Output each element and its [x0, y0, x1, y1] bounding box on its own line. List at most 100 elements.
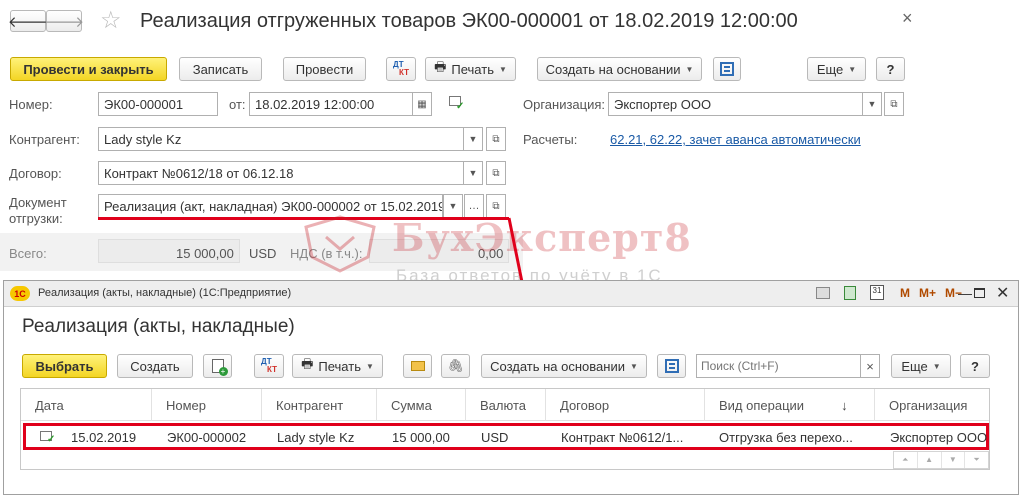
number-field[interactable]: ЭК00-000001: [98, 92, 218, 116]
chevron-down-icon: ▼: [468, 134, 478, 144]
clear-label: ×: [866, 358, 874, 374]
list-print-button[interactable]: 🖶 Печать ▼: [292, 354, 383, 378]
dt-kt-icon: ДТ КТ: [261, 358, 277, 374]
help-button[interactable]: ?: [876, 57, 905, 81]
close-icon[interactable]: ✕: [996, 283, 1009, 303]
chevron-down-icon: ▼: [448, 201, 458, 211]
maximize-icon[interactable]: [974, 288, 985, 298]
column-header-number[interactable]: Номер: [152, 389, 262, 421]
calendar-icon[interactable]: 31: [870, 285, 884, 300]
scroll-up-icon[interactable]: ▲: [918, 452, 942, 468]
list-heading: Реализация (акты, накладные): [22, 316, 295, 337]
structure-button[interactable]: [713, 57, 741, 81]
org-dropdown-button[interactable]: ▼: [862, 92, 882, 116]
shipment-label-line1: Документ: [9, 195, 67, 210]
list-dt-kt-button[interactable]: ДТ КТ: [254, 354, 284, 378]
calendar-button[interactable]: ▦: [412, 92, 432, 116]
documents-table: Дата Номер Контрагент Сумма Валюта Догов…: [20, 388, 990, 470]
column-header-currency[interactable]: Валюта: [466, 389, 546, 421]
dt-kt-icon: ДТ КТ: [393, 61, 409, 77]
chevron-down-icon: ▼: [365, 361, 374, 371]
screenshot-icon[interactable]: [816, 287, 830, 299]
list-titlebar: 1С Реализация (акты, накладные) (1С:Пред…: [4, 281, 1018, 307]
date-field[interactable]: 18.02.2019 12:00:00: [249, 92, 416, 116]
forward-button[interactable]: 🡒: [44, 10, 84, 32]
structure-icon: [664, 359, 679, 373]
select-button[interactable]: Выбрать: [22, 354, 107, 378]
column-header-operation-label: Вид операции: [719, 397, 805, 413]
dt-kt-button[interactable]: ДТ КТ: [386, 57, 416, 81]
print-label: Печать: [318, 358, 361, 374]
chevron-down-icon: ▼: [468, 168, 478, 178]
watermark-brand: БухЭксперт8: [392, 215, 692, 260]
send-email-button[interactable]: [403, 354, 432, 378]
scroll-bottom-icon[interactable]: ⏷: [965, 452, 988, 468]
list-window-title: Реализация (акты, накладные) (1С:Предпри…: [38, 287, 292, 299]
create-button[interactable]: Создать: [117, 354, 193, 378]
org-label: Организация:: [523, 97, 606, 112]
scroll-controls: ⏶ ▲ ▼ ⏷: [893, 451, 989, 469]
list-structure-button[interactable]: [657, 354, 686, 378]
chevron-down-icon: ▼: [685, 64, 694, 74]
favorite-star-icon[interactable]: ☆: [100, 6, 122, 35]
org-open-button[interactable]: ⧉: [884, 92, 904, 116]
scroll-top-icon[interactable]: ⏶: [894, 452, 918, 468]
counterparty-field[interactable]: Lady style Kz: [98, 127, 465, 151]
cell-contract: Контракт №0612/1...: [561, 429, 684, 445]
help-label: ?: [886, 61, 895, 77]
column-header-date[interactable]: Дата: [21, 389, 152, 421]
search-clear-button[interactable]: ×: [860, 354, 880, 378]
more-label: Еще: [816, 61, 844, 77]
kt-label: КТ: [399, 68, 409, 77]
watermark-logo: [300, 213, 380, 273]
list-create-based-button[interactable]: Создать на основании ▼: [481, 354, 647, 378]
search-input[interactable]: [696, 354, 861, 378]
contract-field[interactable]: Контракт №0612/18 от 06.12.18: [98, 161, 465, 185]
list-help-button[interactable]: ?: [960, 354, 990, 378]
envelope-icon: [410, 361, 425, 371]
post-label: Провести: [295, 61, 354, 77]
column-header-amount[interactable]: Сумма: [377, 389, 466, 421]
copy-button[interactable]: +: [203, 354, 232, 378]
cell-number: ЭК00-000002: [167, 429, 247, 445]
print-button[interactable]: 🖶 Печать ▼: [425, 57, 516, 81]
column-header-counterparty[interactable]: Контрагент: [262, 389, 377, 421]
memory-m-button[interactable]: M: [900, 286, 910, 300]
column-header-organization[interactable]: Организация: [875, 389, 991, 421]
contract-label: Договор:: [9, 166, 62, 181]
column-header-operation[interactable]: Вид операции ↓: [705, 389, 875, 421]
total-value: 15 000,00: [176, 246, 234, 261]
table-header: Дата Номер Контрагент Сумма Валюта Догов…: [21, 389, 989, 421]
attach-button[interactable]: 🖇: [441, 354, 470, 378]
memory-mplus-button[interactable]: M+: [919, 286, 936, 300]
settlements-link[interactable]: 62.21, 62.22, зачет аванса автоматически: [610, 132, 861, 147]
column-header-contract[interactable]: Договор: [546, 389, 705, 421]
open-icon: ⧉: [492, 133, 500, 145]
create-based-button[interactable]: Создать на основании ▼: [537, 57, 702, 81]
kt-label: КТ: [267, 365, 277, 374]
ellipsis-icon: …: [468, 200, 480, 212]
save-button[interactable]: Записать: [179, 57, 262, 81]
counterparty-label: Контрагент:: [9, 132, 80, 147]
contract-open-button[interactable]: ⧉: [486, 161, 506, 185]
counterparty-dropdown-button[interactable]: ▼: [463, 127, 483, 151]
more-button[interactable]: Еще ▼: [807, 57, 866, 81]
back-button[interactable]: 🡐: [8, 10, 48, 32]
close-icon[interactable]: ×: [902, 8, 913, 29]
minimize-icon[interactable]: —: [958, 285, 972, 301]
paperclip-icon: 🖇: [447, 358, 464, 373]
currency-value: USD: [249, 246, 277, 261]
counterparty-open-button[interactable]: ⧉: [486, 127, 506, 151]
cell-currency: USD: [481, 429, 509, 445]
scroll-down-icon[interactable]: ▼: [942, 452, 966, 468]
app-logo-icon: 1С: [10, 286, 30, 301]
cell-counterparty: Lady style Kz: [277, 429, 355, 445]
contract-dropdown-button[interactable]: ▼: [463, 161, 483, 185]
post-and-close-button[interactable]: Провести и закрыть: [10, 57, 167, 81]
calculator-icon[interactable]: [844, 286, 856, 300]
org-field[interactable]: Экспортер ООО: [608, 92, 865, 116]
highlight-connector: [507, 217, 524, 283]
total-label: Всего:: [9, 246, 47, 261]
post-button[interactable]: Провести: [283, 57, 366, 81]
list-more-button[interactable]: Еще ▼: [891, 354, 951, 378]
